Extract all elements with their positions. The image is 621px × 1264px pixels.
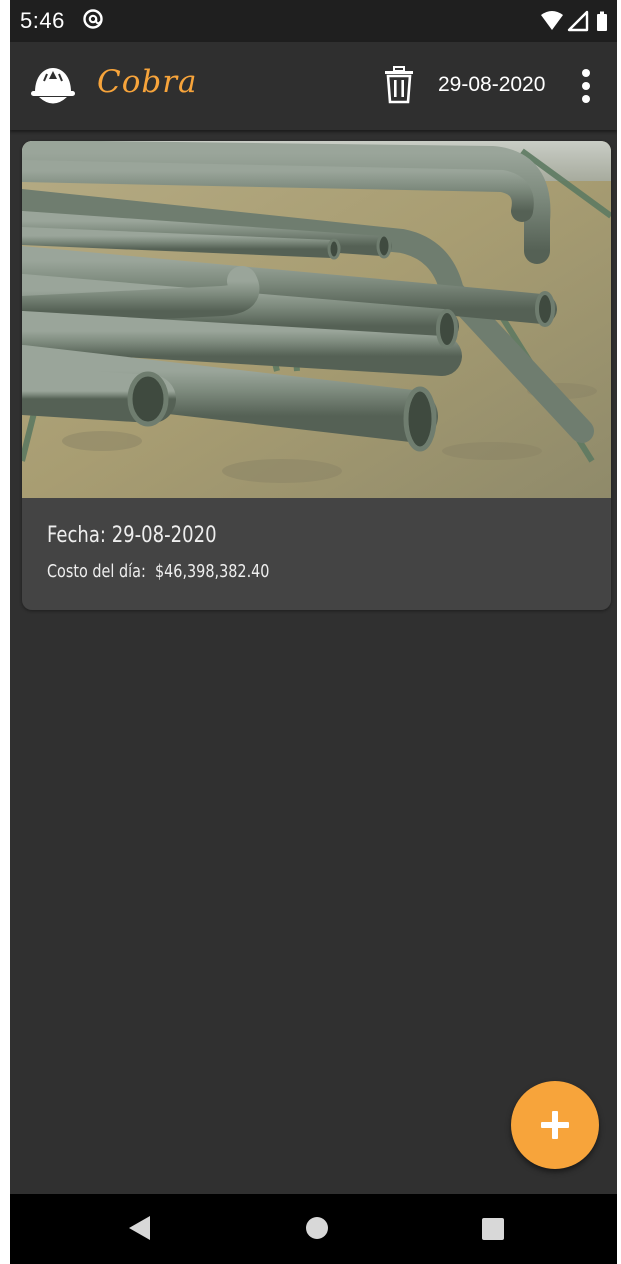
status-icons <box>541 10 607 32</box>
status-time: 5:46 <box>20 8 65 33</box>
app-bar: Cobra 29-08-2020 <box>10 42 617 130</box>
entry-cost: Costo del día: $46,398,382.40 <box>47 561 269 582</box>
wifi-icon <box>541 11 563 30</box>
add-entry-button[interactable] <box>511 1081 599 1169</box>
system-nav-bar <box>10 1194 617 1264</box>
back-icon[interactable] <box>126 1214 152 1242</box>
hardhat-logo-icon <box>31 68 75 104</box>
recents-icon[interactable] <box>481 1217 505 1241</box>
plus-icon <box>541 1111 569 1139</box>
app-title: Cobra <box>97 64 198 100</box>
at-icon <box>83 9 103 29</box>
entry-date: Fecha: 29-08-2020 <box>47 523 217 548</box>
entry-cost-value: $46,398,382.40 <box>154 561 270 582</box>
selected-date[interactable]: 29-08-2020 <box>438 73 545 97</box>
pipes-photo <box>22 141 611 498</box>
home-icon[interactable] <box>305 1216 329 1240</box>
more-vert-icon[interactable] <box>574 66 598 106</box>
trash-icon[interactable] <box>383 66 415 104</box>
phone-screen: 5:46 Cobra 29-08-2020 Fecha: 29-08-2020 … <box>10 0 617 1264</box>
status-bar: 5:46 <box>10 0 617 42</box>
signal-icon <box>567 10 589 32</box>
battery-icon <box>597 11 607 31</box>
entry-cost-label: Costo del día: <box>47 561 146 582</box>
day-entry-card[interactable]: Fecha: 29-08-2020 Costo del día: $46,398… <box>22 141 611 610</box>
